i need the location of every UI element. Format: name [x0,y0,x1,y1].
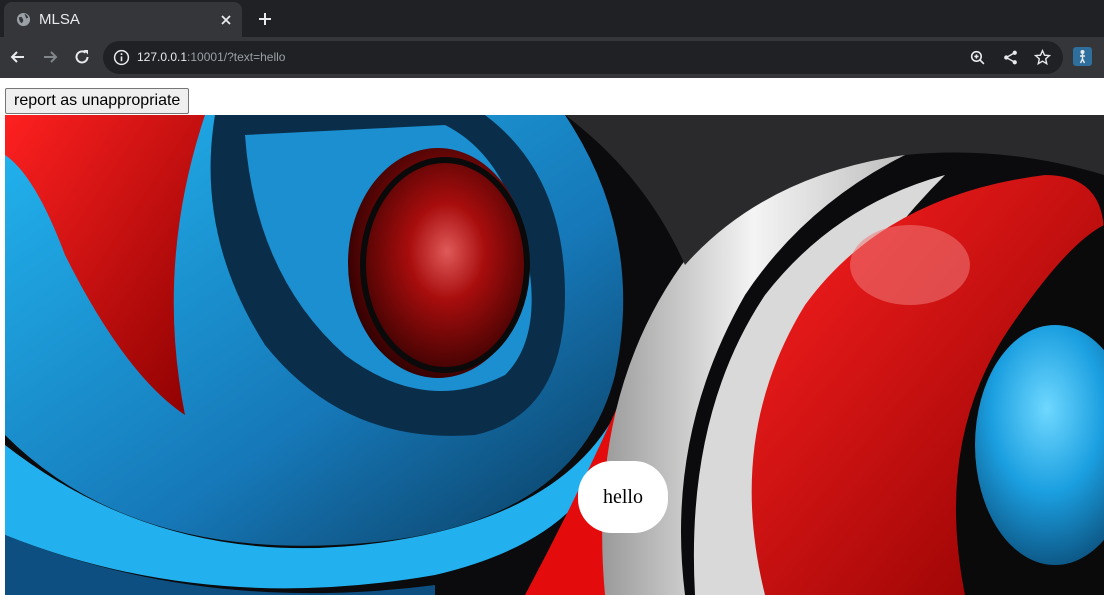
close-icon[interactable] [218,12,234,28]
url-path: :10001/?text=hello [187,50,286,64]
tab-strip: MLSA [0,0,1104,37]
forward-arrow-icon[interactable] [40,47,60,67]
back-arrow-icon[interactable] [8,47,28,67]
swirl-artwork [5,115,1104,595]
figure-icon [1079,50,1086,64]
tab-title: MLSA [39,11,80,28]
browser-chrome: MLSA 127.0.0.1:10001/?text=hello [0,0,1104,78]
page-content: report as unappropriate hello [0,78,1104,595]
share-icon[interactable] [1002,49,1019,66]
url-host: 127.0.0.1 [137,50,188,64]
active-tab[interactable]: MLSA [4,2,242,37]
reload-icon[interactable] [72,47,92,67]
bookmark-star-icon[interactable] [1034,49,1051,66]
info-icon[interactable] [113,49,130,66]
new-tab-plus-icon[interactable] [255,9,275,29]
hello-speech-bubble: hello [578,461,668,533]
url-text[interactable]: 127.0.0.1:10001/?text=hello [137,50,285,65]
abstract-artwork-image: hello [5,115,1104,595]
zoom-icon[interactable] [969,49,986,66]
browser-toolbar: 127.0.0.1:10001/?text=hello [0,37,1104,78]
bubble-text: hello [603,485,643,508]
extension-icon[interactable] [1073,47,1092,66]
address-bar[interactable]: 127.0.0.1:10001/?text=hello [103,41,1063,74]
globe-icon [16,12,31,27]
report-button[interactable]: report as unappropriate [5,88,190,114]
